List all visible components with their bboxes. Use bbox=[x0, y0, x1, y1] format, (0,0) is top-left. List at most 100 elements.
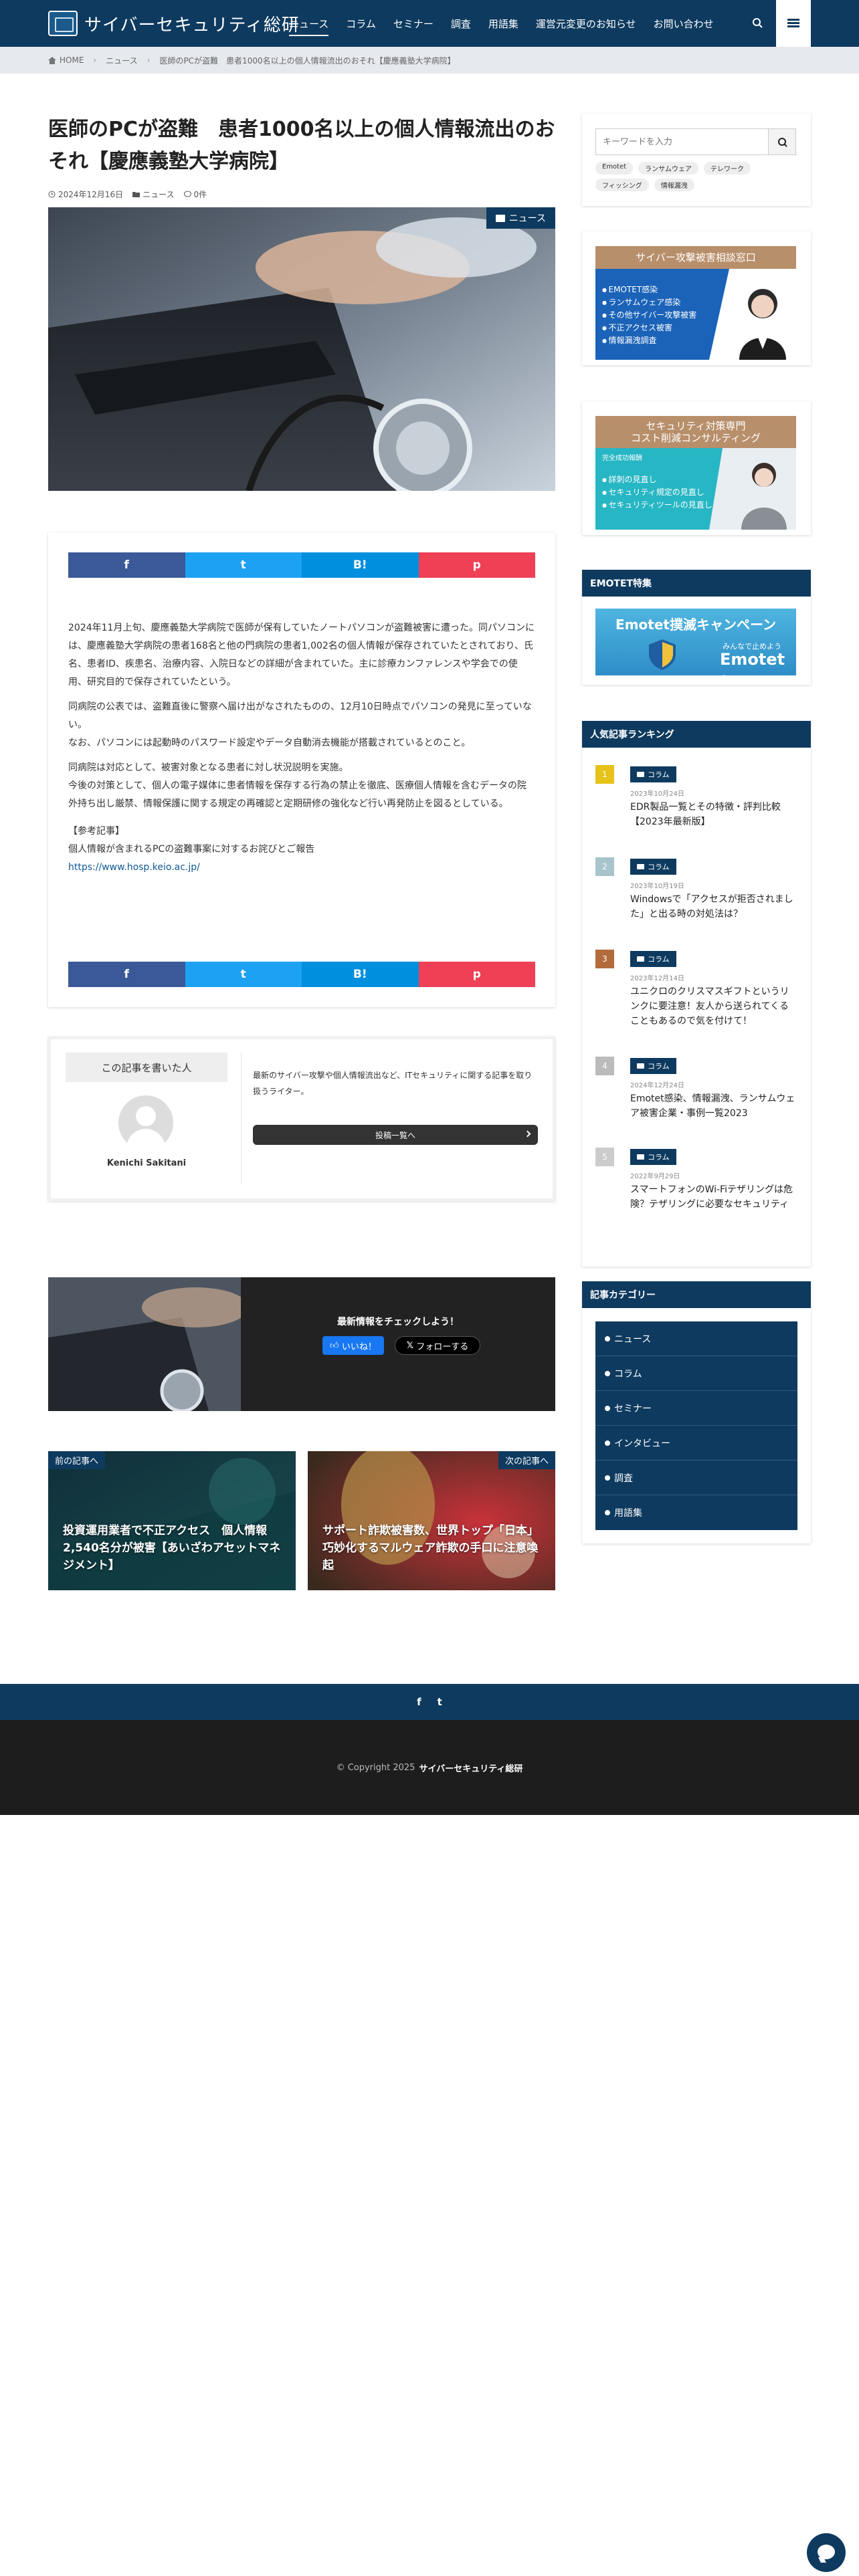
banner-list: EMOTET感染 ランサムウェア感染 その他サイバー攻撃被害 不正アクセス被害 … bbox=[602, 284, 697, 347]
article-title: 医師のPCが盗難 患者1000名以上の個人情報流出のおそれ【慶應義塾大学病院】 bbox=[48, 118, 555, 173]
shield-icon bbox=[649, 639, 676, 670]
keyword-search-input[interactable] bbox=[595, 128, 783, 155]
breadcrumb: HOME › ニュース › 医師のPCが盗難 患者1000名以上の個人情報流出の… bbox=[0, 47, 859, 74]
tag-ransomware[interactable]: ランサムウェア bbox=[638, 162, 698, 175]
cyber-attack-consultation-banner[interactable]: サイバー攻撃被害相談窓口 EMOTET感染 ランサムウェア感染 その他サイバー攻… bbox=[595, 246, 796, 360]
category-badge[interactable]: ニュース bbox=[486, 207, 555, 229]
nav-item-contact[interactable]: お問い合わせ bbox=[654, 17, 714, 31]
breadcrumb-category[interactable]: ニュース bbox=[106, 55, 137, 66]
category-item-glossary[interactable]: 用語集 bbox=[595, 1495, 797, 1530]
rank-category: コラム bbox=[630, 1058, 676, 1074]
category-item-interview[interactable]: インタビュー bbox=[595, 1426, 797, 1461]
article-category-link[interactable]: ニュース bbox=[142, 189, 174, 200]
article-content: 2024年11月上旬、慶應義塾大学病院で医師が保有していたノートパソコンが盗難被… bbox=[68, 619, 535, 877]
emotet-widget: EMOTET特集 Emotet撲滅キャンペーン みんなで止めよう Emotet … bbox=[582, 570, 811, 685]
nav-item-glossary[interactable]: 用語集 bbox=[488, 17, 518, 31]
share-twitter-button[interactable]: t bbox=[185, 552, 302, 578]
rank-category: コラム bbox=[630, 859, 676, 875]
rank-title: スマートフォンのWi-Fiテザリングは危険？テザリングに必要なセキュリティ bbox=[630, 1184, 793, 1210]
cost-consulting-banner[interactable]: セキュリティ対策専門コスト削減コンサルティング 完全成功報酬 詳刺の見直し セキ… bbox=[595, 416, 796, 530]
share-facebook-button[interactable]: f bbox=[68, 962, 185, 987]
author-name: Kenichi Sakitani bbox=[106, 1158, 187, 1168]
bullet-icon bbox=[605, 1405, 610, 1411]
category-item-news[interactable]: ニュース bbox=[595, 1321, 797, 1356]
thumbs-up-icon: 👍︎ bbox=[330, 1340, 339, 1351]
rank-number: 1 bbox=[595, 765, 614, 784]
banner-tagline: 完全成功報酬 bbox=[602, 455, 642, 462]
category-widget: 記事カテゴリー ニュース コラム セミナー インタビュー 調査 用語集 bbox=[582, 1281, 811, 1543]
footer-twitter-link[interactable]: t bbox=[438, 1696, 442, 1708]
nav-item-research[interactable]: 調査 bbox=[451, 17, 471, 31]
share-hatena-button[interactable]: B! bbox=[302, 552, 419, 578]
ranking-item[interactable]: 4 コラム 2024年12月24日 Emotet感染、情報漏洩、ランサムウェア被… bbox=[595, 1057, 796, 1137]
category-item-column[interactable]: コラム bbox=[595, 1356, 797, 1391]
avatar bbox=[118, 1095, 173, 1150]
rank-number: 5 bbox=[595, 1148, 614, 1166]
reference-link[interactable]: https://www.hosp.keio.ac.jp/ bbox=[68, 862, 200, 873]
prev-article-title: 投資運用業者で不正アクセス 個人情報2,540名分が被害【あいざわアセットマネジ… bbox=[63, 1524, 281, 1572]
nav-item-news[interactable]: ニュース bbox=[289, 17, 329, 36]
facebook-like-button[interactable]: 👍︎ いいね！ bbox=[322, 1336, 384, 1355]
tag-emotet[interactable]: Emotet bbox=[595, 162, 634, 175]
follow-image bbox=[48, 1277, 241, 1411]
ranking-item[interactable]: 5 コラム 2022年9月29日 スマートフォンのWi-Fiテザリングは危険？テ… bbox=[595, 1148, 796, 1241]
tag-phishing[interactable]: フィッシング bbox=[595, 179, 649, 191]
emotet-campaign-banner[interactable]: Emotet撲滅キャンペーン みんなで止めよう Emotet ！ bbox=[595, 609, 796, 675]
ranking-item[interactable]: 2 コラム 2023年10月19日 Windowsで「アクセスが拒否されました」… bbox=[595, 857, 796, 938]
share-pocket-button[interactable]: p bbox=[418, 962, 535, 987]
banner-heading: セキュリティ対策専門 コスト削減コンサルティング bbox=[595, 416, 796, 448]
share-twitter-button[interactable]: t bbox=[185, 962, 302, 987]
next-article-card[interactable]: 次の記事へ サポート詐欺被害数、世界トップ「日本」 巧妙化するマルウェア詐欺の手… bbox=[308, 1451, 555, 1590]
search-submit-button[interactable] bbox=[768, 128, 796, 155]
x-follow-button[interactable]: 𝕏 フォローする bbox=[395, 1336, 480, 1355]
rank-date: 2023年10月24日 bbox=[630, 790, 684, 798]
article-comments: 0件 bbox=[193, 190, 207, 199]
footer-facebook-link[interactable]: f bbox=[417, 1696, 421, 1708]
rank-category: コラム bbox=[630, 951, 676, 967]
paragraph: 同病院は対応として、被害対象となる患者に対し状況説明を実施。 bbox=[68, 762, 349, 773]
ranking-item[interactable]: 3 コラム 2023年12月14日 ユニクロのクリスマスギフトというリンクに要注… bbox=[595, 950, 796, 1043]
prev-article-card[interactable]: 前の記事へ 投資運用業者で不正アクセス 個人情報2,540名分が被害【あいざわア… bbox=[48, 1451, 296, 1590]
chat-button[interactable] bbox=[807, 2533, 846, 2572]
tag-telework[interactable]: テレワーク bbox=[703, 162, 751, 175]
ranking-item[interactable]: 1 コラム 2023年10月24日 EDR製品一覧とその特徴・評判比較【2023… bbox=[595, 765, 796, 845]
footer-site-name: サイバーセキュリティ総研 bbox=[419, 1763, 523, 1774]
bullet-icon bbox=[605, 1335, 610, 1341]
widget-title: EMOTET特集 bbox=[582, 570, 811, 597]
banner-list: 詳刺の見直し セキュリティ規定の見直し セキュリティツールの見直し bbox=[602, 473, 712, 512]
hamburger-menu-button[interactable] bbox=[776, 0, 811, 47]
author-posts-button[interactable]: 投稿一覧へ bbox=[253, 1125, 538, 1145]
bullet-icon bbox=[605, 1475, 610, 1481]
rank-category: コラム bbox=[630, 1149, 676, 1165]
breadcrumb-home[interactable]: HOME bbox=[60, 56, 84, 65]
search-widget: Emotet ランサムウェア テレワーク フィッシング 情報漏洩 bbox=[582, 114, 811, 206]
category-item-research[interactable]: 調査 bbox=[595, 1461, 797, 1495]
search-icon bbox=[778, 138, 787, 147]
footer: © Copyright 2025 サイバーセキュリティ総研 bbox=[0, 1720, 859, 1815]
tag-data-leak[interactable]: 情報漏洩 bbox=[654, 179, 694, 191]
rank-number: 2 bbox=[595, 857, 614, 876]
divider bbox=[241, 1053, 242, 1184]
tag-cloud: Emotet ランサムウェア テレワーク フィッシング 情報漏洩 bbox=[595, 162, 796, 195]
nav-item-column[interactable]: コラム bbox=[346, 17, 376, 31]
paragraph: 同病院の公表では、盗難直後に警察へ届け出がなされたものの、12月10日時点でパソ… bbox=[68, 702, 532, 730]
rank-number: 3 bbox=[595, 950, 614, 968]
category-item-seminar[interactable]: セミナー bbox=[595, 1391, 797, 1426]
reference-heading: 【参考記事】 bbox=[68, 826, 124, 837]
widget-title: 記事カテゴリー bbox=[582, 1281, 811, 1308]
rank-title: ユニクロのクリスマスギフトというリンクに要注意！友人から送られてくることもあるの… bbox=[630, 986, 789, 1027]
share-facebook-button[interactable]: f bbox=[68, 552, 185, 578]
share-bar-top: f t B! p bbox=[68, 552, 535, 578]
search-icon[interactable] bbox=[749, 15, 767, 32]
share-pocket-button[interactable]: p bbox=[418, 552, 535, 578]
nav-item-operator-notice[interactable]: 運営元変更のお知らせ bbox=[536, 17, 636, 31]
widget-title: 人気記事ランキング bbox=[582, 721, 811, 748]
nav-item-seminar[interactable]: セミナー bbox=[393, 17, 434, 31]
site-name: サイバーセキュリティ総研 bbox=[84, 15, 300, 35]
site-logo[interactable]: サイバーセキュリティ総研 bbox=[48, 11, 300, 36]
share-hatena-button[interactable]: B! bbox=[302, 962, 419, 987]
breadcrumb-separator: › bbox=[93, 56, 97, 65]
breadcrumb-current: 医師のPCが盗難 患者1000名以上の個人情報流出のおそれ【慶應義塾大学病院】 bbox=[159, 56, 456, 66]
breadcrumb-separator: › bbox=[147, 56, 151, 65]
consultation-banner-widget: サイバー攻撃被害相談窓口 EMOTET感染 ランサムウェア感染 その他サイバー攻… bbox=[582, 231, 811, 365]
